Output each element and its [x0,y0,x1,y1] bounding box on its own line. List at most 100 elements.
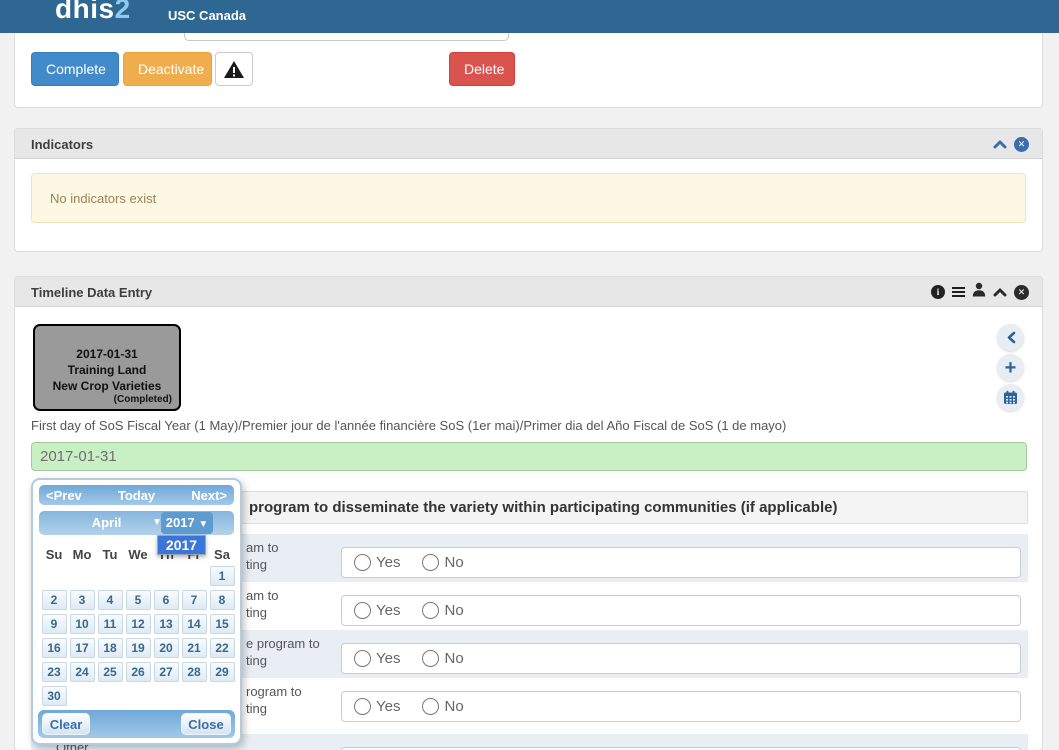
calendar-day-cell[interactable]: 1 [210,566,235,586]
no-radio-label: No [444,650,463,667]
collapse-chevron-up-icon[interactable] [993,139,1007,149]
yes-option: Yes [354,602,400,619]
yes-radio[interactable] [354,602,371,619]
calendar-day-cell[interactable]: 6 [154,590,179,610]
datepicker-footer: Clear Close [38,710,235,738]
calendar-day-cell[interactable]: 16 [42,638,67,658]
info-circle-icon[interactable]: i [931,285,945,299]
calendar-day-cell[interactable]: 22 [210,638,235,658]
day-header: Su [40,547,68,562]
calendar-day-cell[interactable]: 25 [98,662,123,682]
calendar-day-cell[interactable]: 2 [42,590,67,610]
delete-button[interactable]: Delete [449,52,515,86]
question-label: e program toting [246,635,320,669]
calendar-day-cell[interactable]: 24 [70,662,95,682]
calendar-day-cell[interactable]: 12 [126,614,151,634]
deactivate-button[interactable]: Deactivate [123,52,212,86]
calendar-day-cell[interactable]: 18 [98,638,123,658]
fiscal-year-field-label: First day of SoS Fiscal Year (1 May)/Pre… [31,418,786,433]
timeline-panel: Timeline Data Entry i ✕ 2017-01-31 Train… [14,276,1043,750]
day-header: Sa [208,547,236,562]
calendar-day-cell[interactable]: 5 [126,590,151,610]
close-circle-icon[interactable]: ✕ [1014,137,1029,152]
calendar-week-row: 2345678 [40,590,236,610]
dhis2-logo[interactable]: dhis2 [55,0,131,25]
yes-radio[interactable] [354,650,371,667]
calendar-day-cell[interactable]: 14 [182,614,207,634]
org-unit-label: USC Canada [168,8,246,23]
calendar-day-cell[interactable]: 10 [70,614,95,634]
calendar-day-cell[interactable]: 19 [126,638,151,658]
calendar-day-cell[interactable]: 7 [182,590,207,610]
question-label: am toting [246,587,279,621]
datepicker-prev-button[interactable]: <Prev [46,488,82,503]
month-select[interactable]: April▼ [49,511,164,535]
chevron-left-icon[interactable] [997,324,1024,351]
calendar-day-cell[interactable]: 15 [210,614,235,634]
no-radio[interactable] [422,554,439,571]
event-date: 2017-01-31 [35,346,179,362]
timeline-event-box[interactable]: 2017-01-31 Training Land New Crop Variet… [33,324,181,411]
question-label: am toting [246,539,279,573]
answer-box: YesNo [341,547,1021,578]
yes-radio-label: Yes [376,602,400,619]
logo-text: dhis [55,0,115,24]
yes-radio-label: Yes [376,698,400,715]
calendar-day-cell[interactable]: 27 [154,662,179,682]
datepicker-today-button[interactable]: Today [118,488,155,503]
page: dhis2 USC Canada Complete Deactivate Del… [0,0,1059,750]
event-line2: Training Land [35,362,179,378]
person-icon[interactable] [972,282,986,302]
calendar-day-cell[interactable]: 8 [210,590,235,610]
calendar-day-cell[interactable]: 29 [210,662,235,682]
calendar-day-cell[interactable]: 30 [42,686,67,706]
chevron-down-icon: ▼ [198,519,208,530]
datepicker-next-button[interactable]: Next> [191,488,227,503]
list-icon[interactable] [952,287,965,297]
fiscal-year-date-input[interactable]: 2017-01-31 [31,442,1027,471]
yes-radio[interactable] [354,698,371,715]
calendar-day-cell[interactable]: 11 [98,614,123,634]
close-circle-icon[interactable]: ✕ [1014,285,1029,300]
collapse-chevron-up-icon[interactable] [993,287,1007,297]
calendar-week-row: 23242526272829 [40,662,236,682]
complete-button[interactable]: Complete [31,52,119,86]
calendar-day-cell[interactable]: 13 [154,614,179,634]
datepicker-popup: <Prev Today Next> April▼ 2017 ▼ 2017 SuM… [31,478,242,745]
warning-button[interactable] [215,52,253,86]
no-radio-label: No [444,602,463,619]
calendar-day-cell[interactable]: 3 [70,590,95,610]
yes-radio[interactable] [354,554,371,571]
calendar-week-row: 9101112131415 [40,614,236,634]
no-indicators-message: No indicators exist [50,191,156,206]
calendar-day-cell[interactable]: 26 [126,662,151,682]
calendar-day-cell[interactable]: 23 [42,662,67,682]
calendar-day-cell[interactable]: 17 [70,638,95,658]
no-radio-label: No [444,554,463,571]
calendar-day-cell[interactable]: 4 [98,590,123,610]
question-label: rogram toting [246,683,302,717]
no-radio[interactable] [422,698,439,715]
yes-option: Yes [354,698,400,715]
no-option: No [422,602,463,619]
no-radio[interactable] [422,650,439,667]
action-panel: Complete Deactivate Delete [14,20,1043,108]
calendar-day-cell[interactable]: 9 [42,614,67,634]
calendar-icon[interactable] [997,384,1024,411]
answer-box: Yes No [341,691,1021,722]
no-radio-label: No [444,698,463,715]
close-button[interactable]: Close [181,713,231,735]
plus-icon[interactable]: + [997,354,1024,381]
clear-button[interactable]: Clear [42,713,90,735]
calendar-day-cell[interactable]: 28 [182,662,207,682]
no-radio[interactable] [422,602,439,619]
year-dropdown-option[interactable]: 2017 [157,535,206,555]
calendar-day-cell[interactable]: 21 [182,638,207,658]
timeline-panel-title: Timeline Data Entry [31,285,152,300]
year-selected-value: 2017 [166,515,195,530]
year-select[interactable]: 2017 ▼ [161,512,213,534]
yes-option: Yes [354,650,400,667]
calendar-day-cell[interactable]: 20 [154,638,179,658]
logo-digit: 2 [115,0,131,24]
no-indicators-alert: No indicators exist [31,173,1026,223]
